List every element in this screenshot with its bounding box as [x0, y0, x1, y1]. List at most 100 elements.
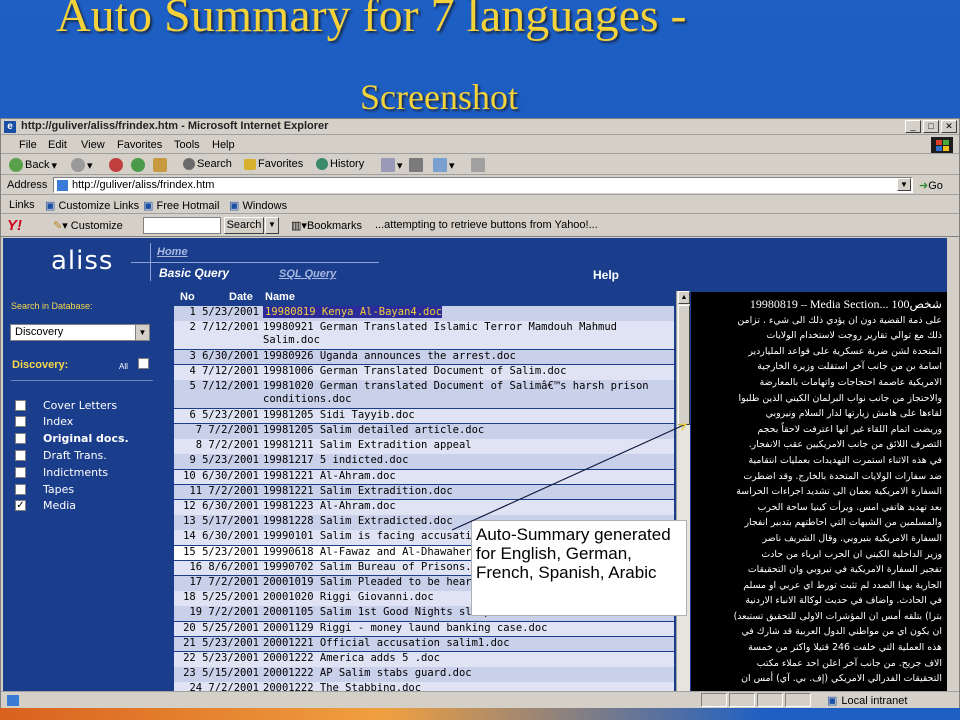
link-page-icon: ▣	[45, 200, 56, 212]
table-row[interactable]: 6 5/23/2001 19981205 Sidi Tayyib.doc	[174, 408, 674, 424]
menu-file[interactable]: File	[19, 139, 37, 151]
mail-button[interactable]: ▾	[381, 158, 403, 172]
row-file-name[interactable]: 20001129 Riggi - money laund banking cas…	[261, 622, 674, 637]
row-file-name[interactable]: 19981221 Al-Ahram.doc	[261, 470, 674, 485]
forward-button[interactable]: ▾	[71, 158, 93, 172]
yahoo-status-text: ...attempting to retrieve buttons from Y…	[375, 219, 598, 231]
table-row[interactable]: 21 5/23/2001 20001221 Official accusation…	[174, 636, 674, 652]
category-checkbox[interactable]	[15, 483, 26, 495]
category-item[interactable]: Index	[15, 415, 73, 429]
link-windows[interactable]: ▣ Windows	[229, 199, 287, 212]
row-file-name[interactable]: 19980921 German Translated Islamic Terro…	[261, 321, 674, 349]
category-item[interactable]: Draft Trans.	[15, 448, 107, 462]
scroll-up-button[interactable]: ▲	[678, 291, 690, 304]
row-file-name[interactable]: 20001221 Official accusation salim1.doc	[261, 637, 674, 652]
table-row[interactable]: 10 6/30/2001 19981221 Al-Ahram.doc	[174, 469, 674, 485]
row-no-date: 7 7/2/2001	[195, 424, 259, 436]
go-button[interactable]: ➜Go	[919, 179, 943, 192]
maximize-button[interactable]: □	[923, 120, 939, 133]
row-file-name[interactable]: 19981020 German translated Document of S…	[261, 380, 674, 408]
table-row[interactable]: 1 5/23/2001 19980819 Kenya Al-Bayan4.doc	[174, 306, 674, 321]
mail-icon	[381, 158, 395, 172]
category-item[interactable]: Cover Letters	[15, 398, 117, 412]
home-icon	[153, 158, 167, 172]
print-button[interactable]	[409, 158, 423, 172]
close-button[interactable]: ✕	[941, 120, 957, 133]
link-free-hotmail[interactable]: ▣ Free Hotmail	[143, 199, 219, 212]
row-file-name[interactable]: 19981217 5 indicted.doc	[261, 454, 674, 469]
refresh-button[interactable]	[131, 158, 145, 172]
page-done-icon	[7, 695, 19, 706]
category-item[interactable]: Indictments	[15, 465, 108, 479]
favorites-button[interactable]: Favorites	[244, 158, 303, 170]
table-row[interactable]: 9 5/23/2001 19981217 5 indicted.doc	[174, 454, 674, 469]
table-row[interactable]: 8 7/2/2001 19981211 Salim Extradition app…	[174, 439, 674, 454]
yahoo-search-button[interactable]: Search	[224, 217, 264, 234]
category-item[interactable]: Original docs.	[15, 432, 129, 446]
category-checkbox[interactable]	[15, 399, 26, 411]
table-row[interactable]: 2 7/12/2001 19980921 German Translated Is…	[174, 321, 674, 350]
row-file-name[interactable]: 19981221 Salim Extradition.doc	[261, 485, 674, 500]
category-checkbox[interactable]	[15, 449, 26, 461]
yahoo-customize-button[interactable]: ✎▾ Customize	[53, 219, 123, 232]
category-checkbox[interactable]	[15, 416, 26, 428]
row-no-date: 9 5/23/2001	[189, 454, 259, 467]
row-file-name[interactable]: 19981205 Salim detailed article.doc	[261, 424, 674, 439]
nav-basic-query[interactable]: Basic Query	[159, 266, 229, 280]
row-file-name[interactable]: 20001222 America adds 5 .doc	[261, 652, 674, 667]
table-row[interactable]: 22 5/23/2001 20001222 America adds 5 .doc	[174, 652, 674, 667]
row-file-name[interactable]: 20001222 AP Salim stabs guard.doc	[261, 667, 674, 682]
history-button[interactable]: History	[316, 158, 364, 170]
back-button[interactable]: Back ▾	[9, 158, 57, 172]
nav-home-link[interactable]: Home	[157, 246, 188, 258]
table-row[interactable]: 5 7/12/2001 19981020 German translated Do…	[174, 380, 674, 409]
menu-tools[interactable]: Tools	[174, 139, 200, 151]
category-checkbox[interactable]	[15, 433, 26, 445]
menu-view[interactable]: View	[81, 139, 105, 151]
category-item[interactable]: Tapes	[15, 482, 74, 496]
row-file-name[interactable]: 19980926 Uganda announces the arrest.doc	[261, 350, 674, 365]
row-file-name[interactable]: 19981223 Al-Ahram.doc	[261, 500, 674, 515]
table-row[interactable]: 20 5/25/2001 20001129 Riggi - money laund…	[174, 621, 674, 637]
category-checkbox[interactable]: ✓	[15, 500, 26, 512]
yahoo-search-dropdown[interactable]: ▼	[265, 217, 279, 234]
all-checkbox[interactable]	[138, 358, 149, 369]
menu-help[interactable]: Help	[212, 139, 235, 151]
row-no-date: 12 6/30/2001	[183, 500, 259, 512]
row-file-name[interactable]: 19981205 Sidi Tayyib.doc	[261, 409, 674, 424]
nav-help-link[interactable]: Help	[593, 268, 619, 282]
table-row[interactable]: 11 7/2/2001 19981221 Salim Extradition.do…	[174, 484, 674, 500]
discuss-button[interactable]	[471, 158, 485, 172]
address-dropdown-button[interactable]: ▼	[897, 178, 911, 191]
table-row[interactable]: 3 6/30/2001 19980926 Uganda announces the…	[174, 349, 674, 365]
results-scrollbar[interactable]: ▲	[676, 291, 690, 692]
sidebar-divider	[11, 380, 153, 381]
yahoo-search-input[interactable]	[143, 217, 221, 234]
category-checkbox[interactable]	[15, 466, 26, 478]
table-row[interactable]: 4 7/12/2001 19981006 German Translated Do…	[174, 365, 674, 380]
category-item[interactable]: ✓ Media	[15, 499, 76, 513]
table-row[interactable]: 7 7/2/2001 19981205 Salim detailed articl…	[174, 424, 674, 439]
row-file-name[interactable]: 19980819 Kenya Al-Bayan4.doc	[261, 306, 674, 321]
standard-toolbar: Back ▾ ▾ Search Favorites History ▾ ▾	[1, 155, 959, 175]
row-file-name[interactable]: 19981006 German Translated Document of S…	[261, 365, 674, 380]
yahoo-bookmarks-button[interactable]: ▥▾Bookmarks	[291, 219, 362, 232]
link-customize-links[interactable]: ▣ Customize Links	[45, 199, 139, 212]
table-row[interactable]: 23 5/15/2001 20001222 AP Salim stabs guar…	[174, 667, 674, 682]
address-input[interactable]: http://guliver/aliss/frindex.htm	[53, 177, 913, 193]
scroll-thumb[interactable]	[678, 305, 690, 425]
table-row[interactable]: 12 6/30/2001 19981223 Al-Ahram.doc	[174, 500, 674, 515]
home-button[interactable]	[153, 158, 167, 172]
edit-button[interactable]: ▾	[433, 158, 455, 172]
ie-icon: e	[4, 121, 16, 133]
search-button[interactable]: Search	[183, 158, 232, 170]
stop-button[interactable]	[109, 158, 123, 172]
menu-edit[interactable]: Edit	[48, 139, 67, 151]
address-label: Address	[7, 179, 48, 191]
row-file-name[interactable]: 19981211 Salim Extradition appeal	[261, 439, 674, 454]
menu-favorites[interactable]: Favorites	[117, 139, 162, 151]
yahoo-logo[interactable]: Y!	[7, 217, 22, 234]
nav-sql-query-link[interactable]: SQL Query	[279, 268, 336, 280]
minimize-button[interactable]: _	[905, 120, 921, 133]
database-select[interactable]: Discovery ▼	[10, 324, 150, 341]
